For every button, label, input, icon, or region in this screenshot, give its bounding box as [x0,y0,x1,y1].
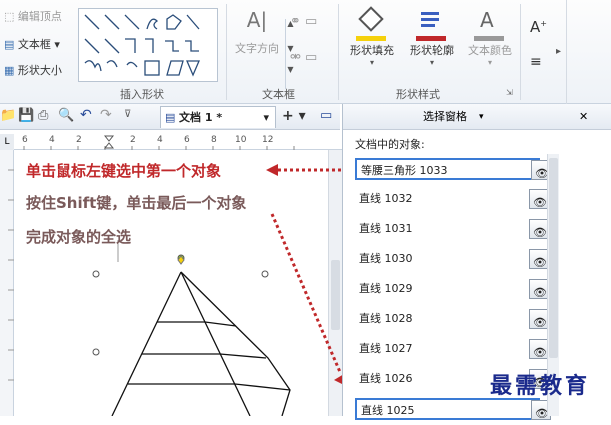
annotation-line-2: 按住Shift键，单击最后一个对象 [26,194,247,212]
list-item[interactable]: 等腰三角形 1033 👁 [355,158,551,180]
objects-section-label: 文档中的对象: [355,138,425,151]
pane-dropdown-icon[interactable]: ▾ [479,104,484,130]
annotation-line-1: 单击鼠标左键选中第一个对象 [26,162,222,180]
close-icon[interactable]: ✕ [579,104,588,130]
eye-icon[interactable]: 👁 [529,339,549,359]
eye-icon[interactable]: 👁 [529,309,549,329]
selection-pane-header: 选择窗格 ▾ ✕ [343,104,611,130]
list-item[interactable]: 直线 1030 👁 [355,248,549,270]
eye-icon[interactable]: 👁 [529,249,549,269]
eye-icon[interactable]: 👁 [529,189,549,209]
watermark: 最需教育 [490,373,591,399]
selection-pane-title: 选择窗格 [423,110,467,123]
pane-scroll-thumb[interactable] [549,158,558,358]
list-item[interactable]: 直线 1025 👁 [355,398,551,420]
eye-icon[interactable]: 👁 [529,279,549,299]
list-item[interactable]: 直线 1032 👁 [355,188,549,210]
list-item[interactable]: 直线 1027 👁 [355,338,549,360]
annotation-line-3: 完成对象的全选 [26,228,132,246]
list-item[interactable]: 直线 1029 👁 [355,278,549,300]
list-item[interactable]: 直线 1028 👁 [355,308,549,330]
eye-icon[interactable]: 👁 [529,219,549,239]
list-item[interactable]: 直线 1031 👁 [355,218,549,240]
